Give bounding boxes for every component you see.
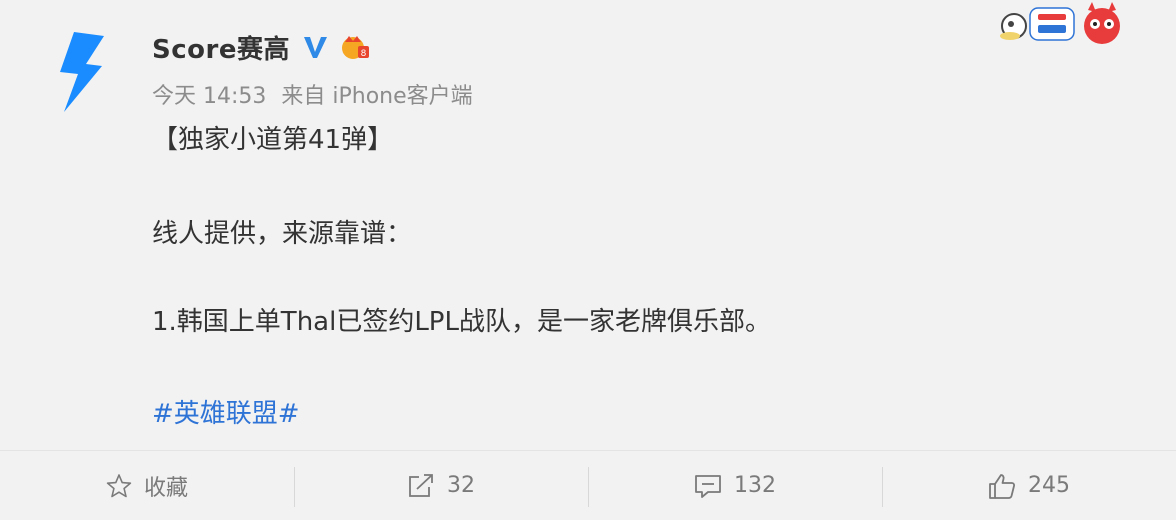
thumbs-up-icon xyxy=(989,473,1016,499)
topic-hashtag-link[interactable]: #英雄联盟# xyxy=(152,394,300,434)
repost-button[interactable]: 32 xyxy=(294,451,588,520)
post-source: 来自 iPhone客户端 xyxy=(281,84,473,109)
cartoon-sticker-icon xyxy=(1000,2,1120,44)
username[interactable]: Score赛高 xyxy=(152,29,290,66)
favorite-label: 收藏 xyxy=(143,475,188,501)
comment-count: 132 xyxy=(734,473,776,498)
user-avatar[interactable] xyxy=(52,30,112,114)
like-button[interactable]: 245 xyxy=(882,451,1176,520)
post-text-line: 线人提供，来源靠谱： xyxy=(152,219,413,249)
post-meta: 今天 14:53 来自 iPhone客户端 xyxy=(152,78,481,110)
post-title: 【独家小道第41弹】 xyxy=(152,125,394,155)
action-bar: 收藏 32 132 245 xyxy=(0,451,1176,520)
username-row: Score赛高 8 xyxy=(152,28,370,66)
lightning-bolt-icon xyxy=(60,32,104,112)
comment-button[interactable]: 132 xyxy=(588,451,882,520)
share-arrow-icon xyxy=(409,473,433,497)
post-time[interactable]: 今天 14:53 xyxy=(152,84,266,109)
verified-icon[interactable] xyxy=(302,34,328,60)
weibo-post-card: Score赛高 8 今天 14:53 来自 iPhone客户端 【独家小道第41… xyxy=(0,0,1176,520)
comment-bubble-icon xyxy=(695,474,721,498)
like-count: 245 xyxy=(1028,473,1070,498)
vip-badge-icon[interactable]: 8 xyxy=(340,32,370,62)
repost-count: 32 xyxy=(447,473,475,498)
favorite-button[interactable]: 收藏 xyxy=(0,451,294,520)
post-text-line: 1.韩国上单Thal已签约LPL战队，是一家老牌俱乐部。 xyxy=(152,307,771,337)
svg-text:8: 8 xyxy=(361,49,367,59)
decorative-sticker xyxy=(996,0,1126,48)
star-icon xyxy=(106,473,132,497)
